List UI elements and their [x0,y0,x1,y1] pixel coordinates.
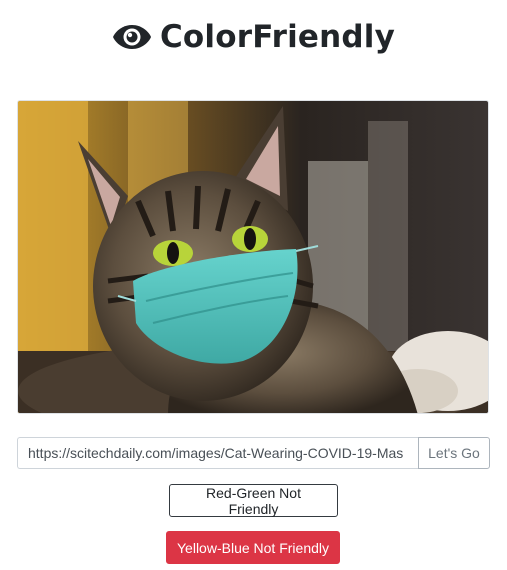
red-green-not-friendly-button[interactable]: Red-Green Not Friendly [169,484,338,517]
app-title: ColorFriendly [159,19,396,55]
yellow-blue-not-friendly-button[interactable]: Yellow-Blue Not Friendly [166,531,340,564]
cat-photo [17,100,489,414]
lets-go-button[interactable]: Let's Go [418,437,490,469]
image-url-input[interactable] [17,437,418,469]
page-header: ColorFriendly [0,14,507,60]
eye-icon [112,23,152,51]
url-form: Let's Go [17,437,490,469]
